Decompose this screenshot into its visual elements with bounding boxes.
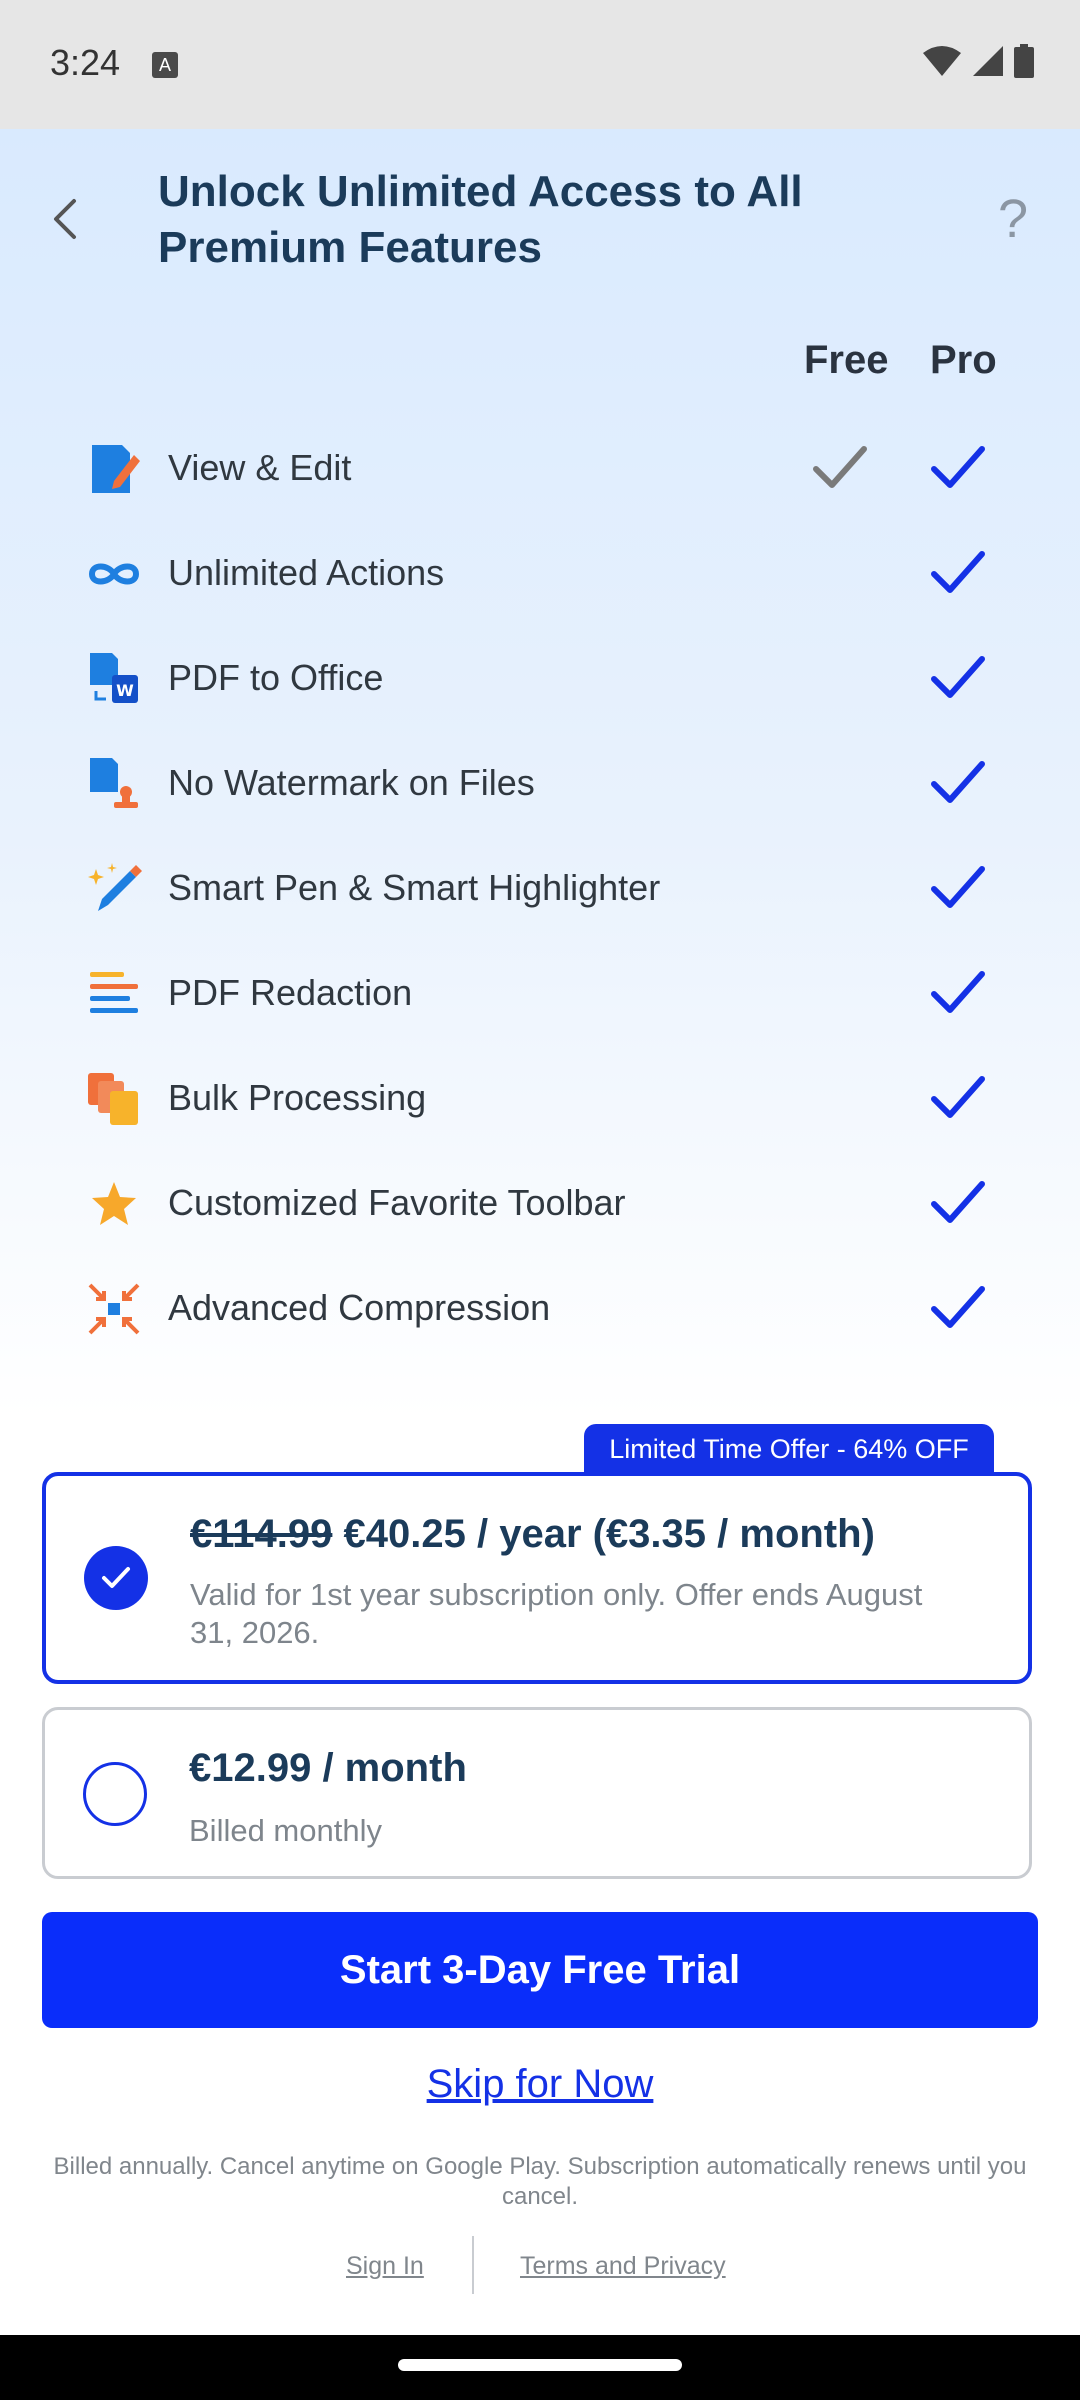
chevron-left-icon [54,199,76,239]
feature-label: Unlimited Actions [168,552,445,593]
pro-check-icon [931,1076,985,1118]
column-header-pro: Pro [930,338,997,382]
pro-check-icon [931,866,985,908]
original-price: €114.99 [190,1512,333,1556]
feature-row-unlimited-actions: Unlimited Actions [0,538,1080,608]
plan-subtitle: Valid for 1st year subscription only. Of… [190,1577,923,1650]
sign-in-link[interactable]: Sign In [346,2252,424,2281]
column-header-free: Free [804,338,889,382]
feature-row-redaction: PDF Redaction [0,958,1080,1028]
offer-badge: Limited Time Offer - 64% OFF [584,1424,994,1474]
status-icons [922,44,1034,78]
free-check-icon [813,446,867,488]
infinity-icon [88,563,140,585]
battery-icon [1014,44,1034,78]
back-button[interactable] [40,186,90,252]
radio-selected[interactable] [84,1546,148,1610]
feature-label: Bulk Processing [168,1077,427,1118]
feature-label: PDF Redaction [168,972,413,1013]
plan-option-monthly[interactable]: €12.99 / month Billed monthly [42,1707,1032,1879]
feature-row-pdf-to-office: W PDF to Office [0,643,1080,713]
feature-row-view-edit: View & Edit [0,433,1080,503]
plan-price: €12.99 / month [189,1746,467,1790]
terms-privacy-link[interactable]: Terms and Privacy [520,2252,726,2281]
plan-subtitle: Billed monthly [189,1813,382,1848]
view-edit-icon [92,445,140,493]
feature-label: Customized Favorite Toolbar [168,1182,626,1223]
feature-row-no-watermark: No Watermark on Files [0,748,1080,818]
status-time: 3:24 [50,42,121,83]
notification-icon: A [152,52,178,78]
pdf-to-office-icon: W [90,653,138,703]
plan-price: €114.99 €40.25 / year (€3.35 / month) [190,1512,875,1557]
pro-check-icon [931,761,985,803]
pro-check-icon [931,656,985,698]
pro-check-icon [931,551,985,593]
pro-check-icon [931,446,985,488]
footer-divider [472,2236,474,2294]
feature-label: Smart Pen & Smart Highlighter [168,867,661,908]
signal-icon [973,46,1003,76]
home-gesture-handle[interactable] [398,2359,682,2371]
pro-check-icon [931,1286,985,1328]
radio-unselected[interactable] [83,1762,147,1826]
feature-row-compression: Advanced Compression [0,1273,1080,1343]
status-bar: 3:24 A [0,0,1080,129]
feature-row-favorite-toolbar: Customized Favorite Toolbar [0,1168,1080,1238]
feature-label: View & Edit [168,447,352,488]
start-trial-button[interactable]: Start 3-Day Free Trial [42,1912,1038,2028]
no-watermark-icon [90,758,138,808]
wifi-icon [923,46,961,76]
billing-fineprint: Billed annually. Cancel anytime on Googl… [53,2153,1027,2210]
feature-label: Advanced Compression [168,1287,551,1328]
feature-label: No Watermark on Files [168,762,535,803]
plan-option-yearly[interactable]: €114.99 €40.25 / year (€3.35 / month) Va… [42,1472,1032,1684]
smart-pen-icon [88,863,142,911]
compression-icon [88,1283,140,1335]
feature-label: PDF to Office [168,657,384,698]
feature-row-bulk-processing: Bulk Processing [0,1063,1080,1133]
help-button[interactable]: ? [988,188,1038,250]
navigation-bar [0,2335,1080,2400]
svg-text:W: W [116,681,134,700]
check-icon [102,1567,130,1588]
page-title: Unlock Unlimited Access to All Premium F… [158,167,803,272]
feature-row-smart-pen: Smart Pen & Smart Highlighter [0,853,1080,923]
bulk-processing-icon [88,1073,138,1125]
pro-check-icon [931,971,985,1013]
help-icon: ? [997,189,1029,249]
skip-link[interactable]: Skip for Now [0,2062,1080,2107]
star-icon [92,1182,136,1225]
discounted-price: €40.25 / year (€3.35 / month) [343,1512,875,1556]
footer-links: Sign In Terms and Privacy [0,2236,1080,2296]
redaction-icon [90,972,138,1013]
pro-check-icon [931,1181,985,1223]
